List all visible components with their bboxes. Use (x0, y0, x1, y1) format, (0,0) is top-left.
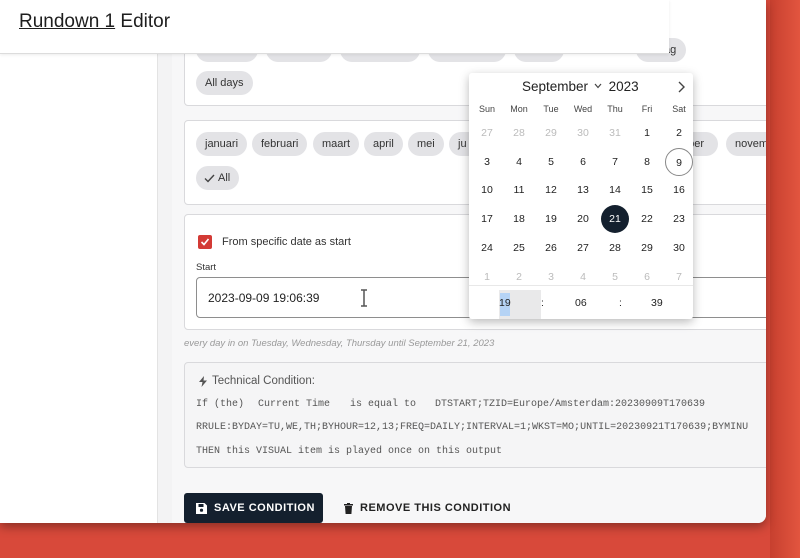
calendar-day[interactable]: 5 (537, 148, 565, 176)
calendar-day[interactable]: 28 (601, 234, 629, 262)
title-bar: Rundown 1 Editor (0, 0, 669, 54)
time-sep: : (619, 297, 622, 309)
calendar-day[interactable]: 12 (537, 176, 565, 204)
calendar-day[interactable]: 6 (633, 263, 661, 291)
editor-window: Rundown 1 Editor ag All days januari feb… (0, 0, 766, 523)
calendar-day[interactable]: 16 (665, 176, 693, 204)
time-seconds[interactable]: 39 (651, 297, 663, 309)
weekday-label: Mon (510, 104, 528, 114)
calendar-day[interactable]: 4 (505, 148, 533, 176)
calendar-day[interactable]: 19 (537, 205, 565, 233)
calendar-day[interactable]: 27 (569, 234, 597, 262)
calendar-day[interactable]: 30 (665, 234, 693, 262)
weekday-label: Sun (478, 104, 495, 114)
calendar-day[interactable]: 7 (601, 148, 629, 176)
calendar-day[interactable]: 26 (537, 234, 565, 262)
specific-start-checkbox[interactable] (198, 235, 212, 249)
calendar-day[interactable]: 28 (505, 119, 533, 147)
condition-then: THEN this VISUAL item is played once on … (196, 446, 503, 457)
all-days-chip[interactable]: All days (196, 71, 253, 95)
remove-condition-label: REMOVE THIS CONDITION (360, 502, 512, 514)
calendar-day[interactable]: 11 (505, 176, 533, 204)
calendar-day[interactable]: 17 (473, 205, 501, 233)
weekday-label: Tue (543, 104, 559, 114)
calendar-day[interactable]: 1 (473, 263, 501, 291)
trash-icon (344, 503, 353, 514)
calendar-day[interactable]: 10 (473, 176, 501, 204)
start-datetime-value: 2023-09-09 19:06:39 (208, 291, 320, 305)
calendar-day[interactable]: 29 (537, 119, 565, 147)
calendar-day[interactable]: 14 (601, 176, 629, 204)
condition-value: DTSTART;TZID=Europe/Amsterdam:20230909T1… (435, 399, 706, 410)
save-condition-button[interactable]: SAVE CONDITION (184, 493, 323, 523)
calendar-day[interactable]: 30 (569, 119, 597, 147)
chevron-down-icon (594, 83, 602, 89)
calendar-day[interactable]: 25 (505, 234, 533, 262)
check-icon (204, 174, 215, 183)
weekday-label: Wed (573, 104, 593, 114)
date-picker: September 2023 19 : 06 : 39 Sun Mon Tue Wed… (469, 73, 693, 319)
weekday-label: Thu (607, 104, 623, 114)
calendar-day[interactable]: 21 (601, 205, 629, 234)
calendar-day[interactable]: 2 (665, 119, 693, 147)
calendar-day[interactable]: 31 (601, 119, 629, 147)
condition-subject: Current Time (258, 399, 331, 410)
remove-condition-button[interactable]: REMOVE THIS CONDITION (340, 493, 512, 523)
calendar-day[interactable]: 6 (569, 148, 597, 176)
all-months-chip[interactable]: All (196, 166, 240, 190)
calendar-day[interactable]: 15 (633, 176, 661, 204)
condition-if: If (the) (196, 399, 245, 410)
calendar-day[interactable]: 23 (665, 205, 693, 233)
bolt-icon (199, 376, 207, 387)
picker-month: September (522, 79, 589, 94)
calendar-day[interactable]: 2 (505, 263, 533, 291)
month-chip[interactable]: januari (196, 132, 248, 156)
calendar-day[interactable]: 13 (569, 176, 597, 204)
calendar-day[interactable]: 8 (633, 148, 661, 176)
month-chip[interactable]: april (364, 132, 403, 156)
text-cursor-icon (361, 289, 367, 307)
time-minutes[interactable]: 06 (575, 297, 587, 309)
month-chip[interactable]: maart (313, 132, 360, 156)
calendar-day[interactable]: 27 (473, 119, 501, 147)
desktop-background (770, 0, 800, 558)
schedule-summary: every day in on Tuesday, Wednesday, Thur… (184, 338, 495, 349)
month-chip[interactable]: mei (408, 132, 444, 156)
start-field-label: Start (196, 262, 217, 273)
month-year-selector[interactable]: September 2023 (522, 79, 639, 94)
calendar-day[interactable]: 1 (633, 119, 661, 147)
calendar-day[interactable]: 29 (633, 234, 661, 262)
rundown-link[interactable]: Rundown 1 (19, 11, 115, 32)
weekday-label: Sat (672, 104, 686, 114)
calendar-day[interactable]: 5 (601, 263, 629, 291)
month-chip[interactable]: novem (726, 132, 766, 156)
picker-year: 2023 (608, 79, 639, 94)
calendar-day[interactable]: 18 (505, 205, 533, 233)
editor-label: Editor (115, 11, 171, 32)
calendar-day[interactable]: 20 (569, 205, 597, 233)
calendar-day[interactable]: 22 (633, 205, 661, 233)
calendar-day[interactable]: 24 (473, 234, 501, 262)
calendar-day[interactable]: 3 (537, 263, 565, 291)
calendar-day[interactable]: 7 (665, 263, 693, 291)
technical-heading: Technical Condition: (212, 375, 315, 387)
window-title: Rundown 1 Editor (19, 11, 170, 33)
condition-operator: is equal to (350, 399, 417, 410)
specific-start-label: From specific date as start (222, 236, 351, 248)
time-hours: 19 (499, 297, 511, 309)
calendar-day[interactable]: 4 (569, 263, 597, 291)
left-pane (0, 0, 158, 523)
save-icon (196, 503, 207, 514)
next-month-icon[interactable] (676, 81, 686, 93)
time-sep: : (541, 297, 544, 309)
month-chip[interactable]: februari (252, 132, 308, 156)
checkmark-icon (200, 238, 210, 246)
weekday-label: Fri (641, 104, 653, 114)
all-months-label: All (218, 172, 231, 184)
calendar-day[interactable]: 3 (473, 148, 501, 176)
save-condition-label: SAVE CONDITION (214, 502, 315, 514)
calendar-day[interactable]: 9 (665, 147, 693, 176)
condition-rrule: RRULE:BYDAY=TU,WE,TH;BYHOUR=12,13;FREQ=D… (196, 422, 749, 433)
